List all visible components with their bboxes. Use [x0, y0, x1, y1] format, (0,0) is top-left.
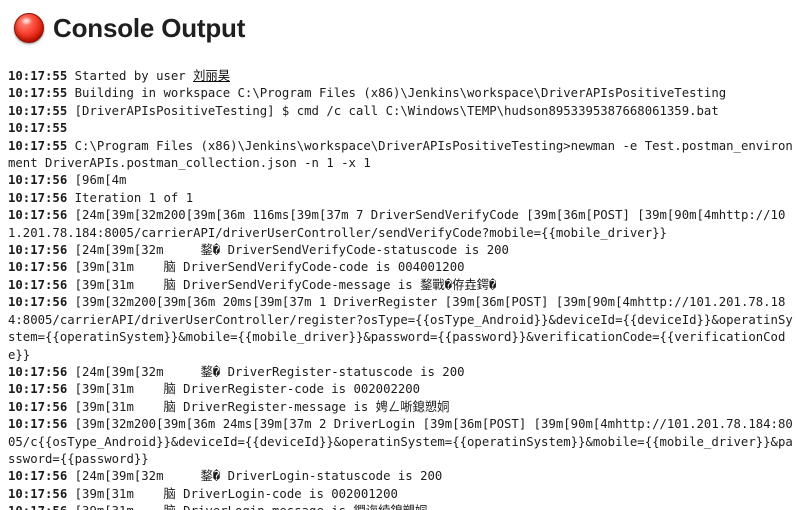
console-timestamp: 10:17:56 [8, 382, 68, 397]
page-title: Console Output [53, 12, 246, 43]
console-line-text: [24m[39m[32m 鍪� DriverRegister-statuscod… [67, 364, 465, 379]
console-line: 10:17:55 C:\Program Files (x86)\Jenkins\… [8, 138, 797, 173]
console-line-text: [39m[31m 脑 DriverSendVerifyCode-code is … [67, 260, 465, 275]
console-line: 10:17:56 [39m[31m 脑 DriverRegister-messa… [8, 399, 797, 416]
console-line: 10:17:56 [39m[31m 脑 DriverRegister-code … [8, 381, 797, 398]
console-timestamp: 10:17:56 [8, 417, 68, 432]
console-line-text: [24m[39m[32m 鍪� DriverSendVerifyCode-sta… [67, 243, 509, 258]
console-line-text: [24m[39m[32m 鍪� DriverLogin-statuscode i… [67, 469, 443, 484]
console-line: 10:17:56 [39m[31m 脑 DriverLogin-code is … [8, 486, 797, 503]
console-line: 10:17:55 [8, 120, 797, 137]
console-line-text: [96m[4m [67, 173, 127, 188]
console-timestamp: 10:17:56 [8, 486, 68, 501]
console-timestamp: 10:17:56 [8, 260, 68, 275]
console-timestamp: 10:17:55 [8, 103, 68, 118]
console-timestamp: 10:17:56 [8, 504, 67, 510]
console-line-text: [39m[31m 脑 DriverLogin-message is 鐧诲綍鎴愬姛 [67, 504, 428, 510]
console-line: 10:17:56 [39m[32m200[39m[36m 24ms[39m[37… [8, 416, 797, 468]
console-line-text: [39m[31m 脑 DriverSendVerifyCode-message … [67, 277, 497, 292]
console-line-text: [39m[31m 脑 DriverRegister-code is 002002… [67, 382, 421, 397]
console-timestamp: 10:17:55 [8, 86, 68, 101]
console-line-text: Building in workspace C:\Program Files (… [67, 86, 727, 101]
console-line: 10:17:56 [39m[31m 脑 DriverLogin-message … [8, 503, 797, 510]
console-timestamp: 10:17:55 [8, 121, 68, 136]
console-timestamp: 10:17:55 [8, 138, 68, 153]
console-line-text: [39m[32m200[39m[36m 20ms[39m[37m 1 Drive… [8, 295, 793, 362]
user-link[interactable]: 刘丽昊 [193, 69, 230, 83]
console-timestamp: 10:17:56 [8, 208, 68, 223]
console-line: 10:17:56 [39m[32m200[39m[36m 20ms[39m[37… [8, 294, 797, 364]
console-line: 10:17:56 [24m[39m[32m200[39m[36m 116ms[3… [8, 207, 797, 242]
console-line-text: Started by user [67, 69, 194, 83]
console-line-text: [DriverAPIsPositiveTesting] $ cmd /c cal… [67, 103, 719, 118]
console-line: 10:17:55 [DriverAPIsPositiveTesting] $ c… [8, 103, 797, 120]
console-line: 10:17:56 Iteration 1 of 1 [8, 190, 797, 207]
console-line-text: [39m[31m 脑 DriverRegister-message is 娉ㄥ唽… [67, 399, 450, 414]
console-line-text: [39m[32m200[39m[36m 24ms[39m[37m 2 Drive… [8, 417, 793, 466]
console-line-text: C:\Program Files (x86)\Jenkins\workspace… [8, 138, 793, 171]
console-line: 10:17:55 Building in workspace C:\Progra… [8, 85, 797, 102]
console-line: 10:17:56 [24m[39m[32m 鍪� DriverSendVerif… [8, 242, 797, 259]
console-timestamp: 10:17:56 [8, 190, 68, 205]
console-line: 10:17:56 [96m[4m [8, 172, 797, 189]
console-line-text: [39m[31m 脑 DriverLogin-code is 002001200 [67, 486, 398, 501]
console-timestamp: 10:17:56 [8, 173, 68, 188]
console-output-page: Console Output 10:17:55 Started by user … [0, 0, 797, 510]
console-line: 10:17:56 [39m[31m 脑 DriverSendVerifyCode… [8, 259, 797, 276]
console-line: 10:17:56 [24m[39m[32m 鍪� DriverRegister-… [8, 364, 797, 381]
console-timestamp: 10:17:56 [8, 469, 68, 484]
red-ball-icon [14, 12, 44, 43]
console-timestamp: 10:17:56 [8, 243, 68, 258]
console-timestamp: 10:17:56 [8, 295, 68, 310]
console-timestamp: 10:17:55 [8, 69, 68, 83]
page-header: Console Output [0, 0, 797, 46]
console-timestamp: 10:17:56 [8, 399, 68, 414]
console-line-text: [24m[39m[32m200[39m[36m 116ms[39m[37m 7 … [8, 208, 786, 240]
console-line: 10:17:56 [39m[31m 脑 DriverSendVerifyCode… [8, 277, 797, 294]
console-log: 10:17:55 Started by user 刘丽昊 10:17:55 Bui… [0, 46, 797, 510]
console-line: 10:17:55 Started by user 刘丽昊 [8, 68, 797, 85]
console-timestamp: 10:17:56 [8, 277, 68, 292]
console-line: 10:17:56 [24m[39m[32m 鍪� DriverLogin-sta… [8, 468, 797, 485]
console-line-text: Iteration 1 of 1 [67, 190, 194, 205]
console-timestamp: 10:17:56 [8, 364, 68, 379]
